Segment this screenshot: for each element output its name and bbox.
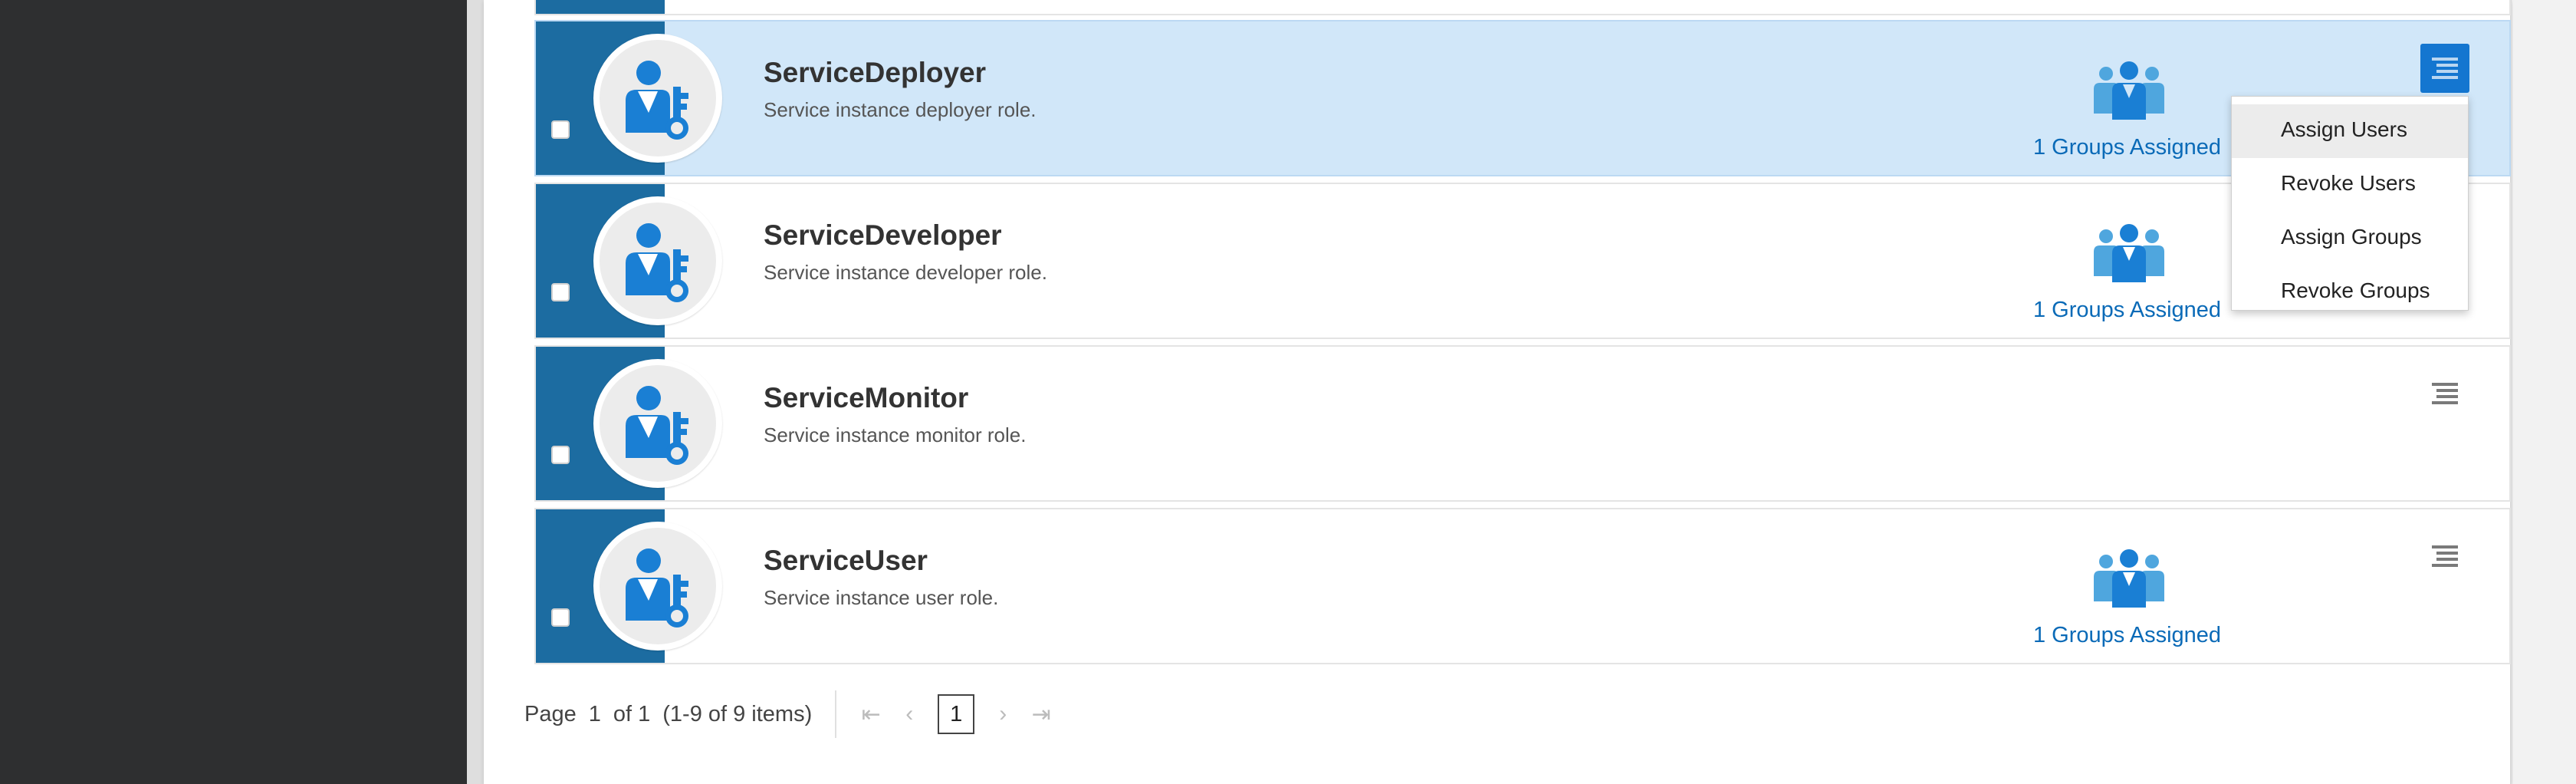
page-of-label: of 1 [613, 701, 651, 726]
row-menu-button[interactable] [2420, 369, 2469, 418]
row-checkbox[interactable] [551, 283, 570, 301]
menu-item-assign-users[interactable]: Assign Users [2232, 104, 2468, 158]
row-checkbox[interactable] [551, 446, 570, 464]
list-menu-icon [2432, 58, 2458, 79]
groups-icon [2085, 60, 2174, 121]
previous-page-icon[interactable]: ‹ [890, 701, 928, 727]
role-name: ServiceMonitor [764, 382, 969, 413]
row-checkbox[interactable] [551, 120, 570, 139]
role-name: ServiceDeveloper [764, 219, 1002, 251]
page-label: Page [524, 701, 577, 726]
role-name: ServiceDeployer [764, 57, 987, 88]
row-menu-button[interactable] [2420, 44, 2469, 93]
role-tile [536, 0, 665, 14]
page-number: 1 [588, 701, 601, 726]
role-description: Service instance developer role. [764, 261, 1047, 284]
first-page-icon[interactable]: ⇤ [852, 701, 890, 728]
menu-item-revoke-groups[interactable]: Revoke Groups [2232, 265, 2468, 319]
next-page-icon[interactable]: › [984, 701, 1022, 727]
last-page-icon[interactable]: ⇥ [1022, 701, 1060, 728]
role-description: Service instance deployer role. [764, 98, 1037, 121]
list-menu-icon [2432, 383, 2458, 404]
role-key-icon [593, 522, 722, 651]
role-description: Service instance user role. [764, 586, 999, 609]
panel-gutter [467, 0, 484, 784]
groups-icon [2085, 548, 2174, 609]
left-rail [0, 0, 467, 784]
role-key-icon [593, 34, 722, 163]
role-description: Service instance monitor role. [764, 423, 1027, 446]
previous-row-sliver [534, 0, 2511, 15]
groups-assigned-link[interactable]: 1 Groups Assigned [2033, 298, 2221, 323]
list-menu-icon [2432, 545, 2458, 567]
role-key-icon [593, 359, 722, 488]
row-menu-button[interactable] [2420, 532, 2469, 581]
row-checkbox[interactable] [551, 608, 570, 627]
role-key-icon [593, 196, 722, 325]
groups-icon [2085, 222, 2174, 284]
groups-assigned-link[interactable]: 1 Groups Assigned [2033, 135, 2221, 160]
role-row-servicedeveloper[interactable]: ServiceDeveloper Service instance develo… [534, 183, 2511, 339]
pager-divider [835, 690, 837, 738]
pagination: Page 1 of 1 (1-9 of 9 items) ⇤ ‹ 1 › ⇥ [524, 690, 1060, 738]
current-page-button[interactable]: 1 [938, 694, 975, 734]
menu-item-assign-groups[interactable]: Assign Groups [2232, 212, 2468, 265]
right-margin [2513, 0, 2576, 784]
role-name: ServiceUser [764, 545, 928, 576]
role-row-servicemonitor[interactable]: ServiceMonitor Service instance monitor … [534, 345, 2511, 502]
menu-item-revoke-users[interactable]: Revoke Users [2232, 158, 2468, 212]
role-row-servicedeployer[interactable]: ServiceDeployer Service instance deploye… [534, 20, 2511, 176]
row-actions-menu: Assign Users Revoke Users Assign Groups … [2231, 96, 2469, 311]
groups-assigned-link[interactable]: 1 Groups Assigned [2033, 623, 2221, 648]
role-row-serviceuser[interactable]: ServiceUser Service instance user role. … [534, 508, 2511, 664]
items-range: (1-9 of 9 items) [662, 701, 813, 726]
